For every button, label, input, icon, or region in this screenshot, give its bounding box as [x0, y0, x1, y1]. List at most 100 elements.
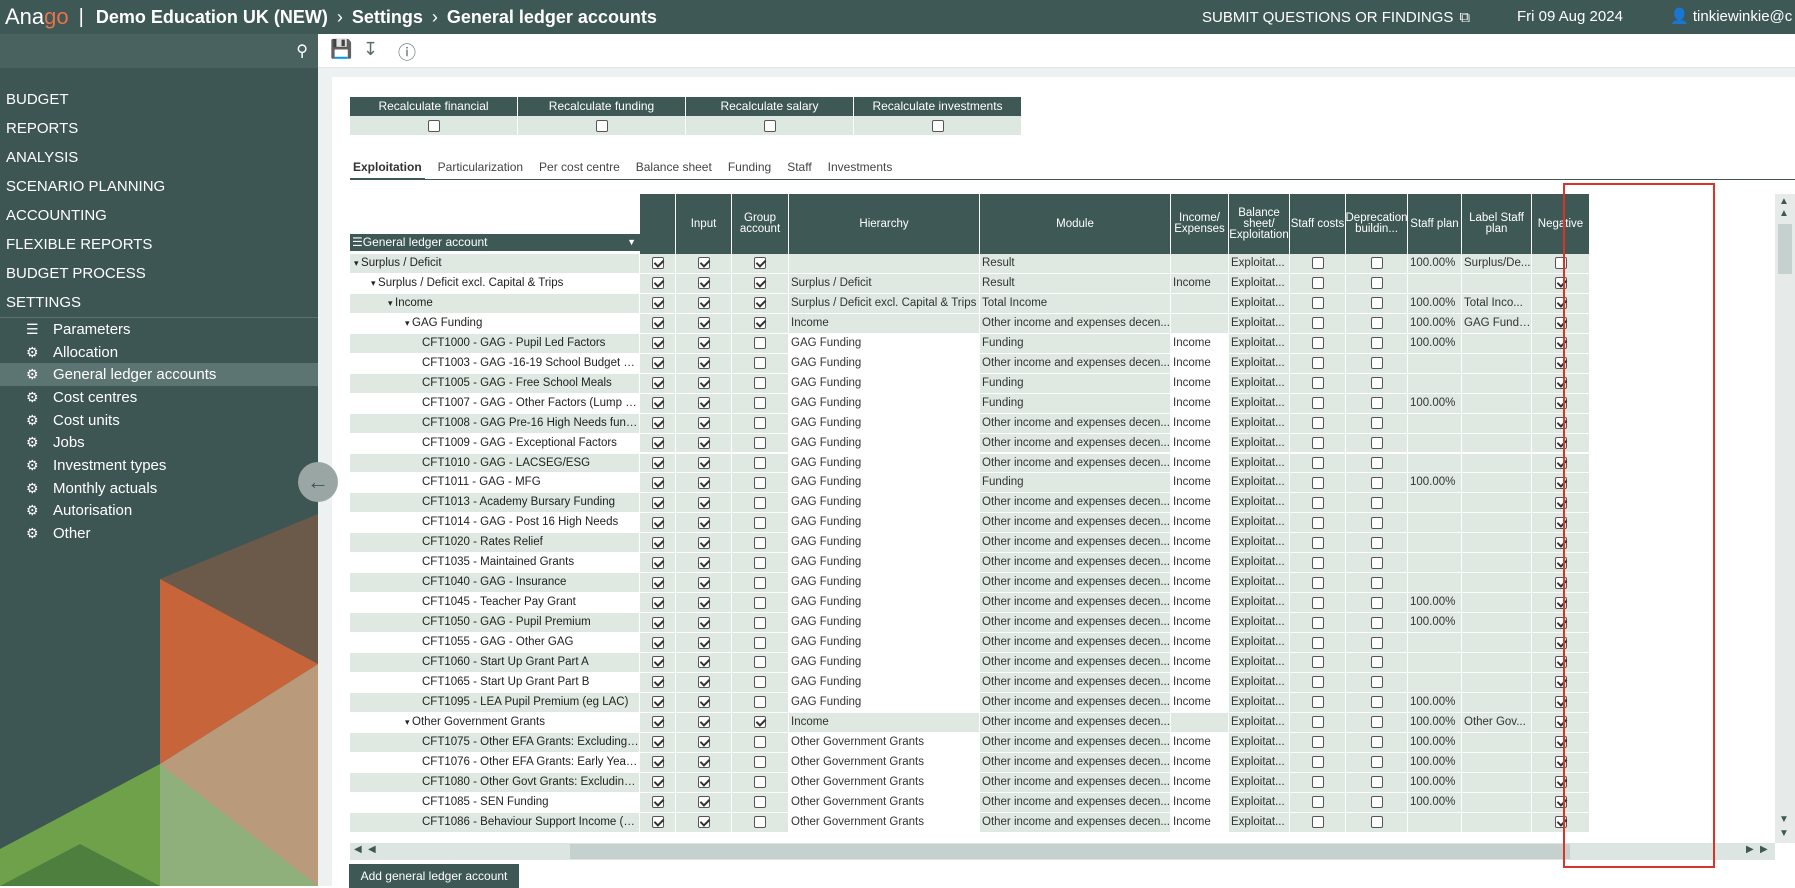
chevron-down-icon[interactable]: ▼: [627, 234, 636, 251]
table-row[interactable]: CFT1007 - GAG - Other Factors (Lump Sum)…: [350, 393, 1775, 414]
recalc-checkbox[interactable]: [931, 119, 944, 132]
scroll-last-icon[interactable]: ▶: [1760, 844, 1768, 855]
recalc-checkbox[interactable]: [595, 119, 608, 132]
checkbox-sc[interactable]: [1311, 736, 1324, 749]
search-icon[interactable]: ⚲: [296, 41, 308, 61]
checkbox-input[interactable]: [697, 556, 710, 569]
checkbox-input[interactable]: [697, 476, 710, 489]
checkbox-sc[interactable]: [1311, 377, 1324, 390]
checkbox-c1[interactable]: [651, 277, 664, 290]
checkbox-dep[interactable]: [1370, 636, 1383, 649]
table-row[interactable]: ▾ GAG Funding Income Other income and expe…: [350, 313, 1775, 334]
checkbox-group[interactable]: [754, 556, 766, 569]
checkbox-c1[interactable]: [651, 417, 664, 430]
checkbox-group[interactable]: [754, 816, 766, 829]
column-header-module[interactable]: Module: [980, 194, 1171, 254]
checkbox-c1[interactable]: [651, 456, 664, 469]
expand-arrow-icon[interactable]: ▾: [405, 717, 412, 727]
table-row[interactable]: CFT1045 - Teacher Pay Grant GAG Funding Ot…: [350, 593, 1775, 614]
checkbox-dep[interactable]: [1370, 776, 1383, 789]
checkbox-dep[interactable]: [1370, 377, 1383, 390]
checkbox-c1[interactable]: [651, 536, 664, 549]
checkbox-dep[interactable]: [1370, 556, 1383, 569]
table-row[interactable]: CFT1020 - Rates Relief GAG Funding Other i…: [350, 533, 1775, 554]
checkbox-sc[interactable]: [1311, 556, 1324, 569]
scroll-right-icon[interactable]: ▶: [1746, 844, 1754, 855]
checkbox-sc[interactable]: [1311, 776, 1324, 789]
checkbox-c1[interactable]: [651, 317, 664, 330]
table-row[interactable]: CFT1008 - GAG Pre-16 High Needs funding G…: [350, 413, 1775, 434]
table-row[interactable]: ▾ Surplus / Deficit excl. Capital & Trip…: [350, 273, 1775, 294]
checkbox-group[interactable]: [754, 397, 766, 410]
scroll-left-icon[interactable]: ◀: [368, 844, 376, 855]
checkbox-input[interactable]: [697, 377, 710, 390]
sidebar-item-allocation[interactable]: ⚙ Allocation: [0, 341, 318, 364]
column-header-hierarchy[interactable]: Hierarchy: [789, 194, 980, 254]
checkbox-c1[interactable]: [651, 556, 664, 569]
checkbox-group[interactable]: [754, 496, 766, 509]
checkbox-c1[interactable]: [651, 736, 664, 749]
checkbox-c1[interactable]: [651, 257, 664, 270]
table-row[interactable]: CFT1060 - Start Up Grant Part A GAG Fundi…: [350, 653, 1775, 673]
checkbox-sc[interactable]: [1311, 337, 1324, 350]
expand-arrow-icon[interactable]: ▾: [371, 278, 378, 288]
column-header-staffplan[interactable]: Staff plan: [1408, 194, 1462, 254]
checkbox-c1[interactable]: [651, 596, 664, 609]
checkbox-c1[interactable]: [651, 656, 664, 669]
checkbox-dep[interactable]: [1370, 437, 1383, 450]
checkbox-input[interactable]: [697, 736, 710, 749]
checkbox-sc[interactable]: [1311, 756, 1324, 769]
checkbox-c1[interactable]: [651, 397, 664, 410]
checkbox-dep[interactable]: [1370, 536, 1383, 549]
checkbox-c1[interactable]: [651, 816, 664, 829]
checkbox-dep[interactable]: [1370, 297, 1383, 310]
checkbox-input[interactable]: [697, 656, 710, 669]
checkbox-sc[interactable]: [1311, 656, 1324, 669]
checkbox-input[interactable]: [697, 716, 710, 729]
table-row[interactable]: CFT1011 - GAG - MFG GAG Funding Funding Inc…: [350, 473, 1775, 494]
table-row[interactable]: CFT1013 - Academy Bursary Funding GAG Fun…: [350, 493, 1775, 514]
checkbox-c1[interactable]: [651, 676, 664, 689]
checkbox-c1[interactable]: [651, 337, 664, 350]
checkbox-dep[interactable]: [1370, 676, 1383, 689]
checkbox-group[interactable]: [754, 456, 766, 469]
checkbox-input[interactable]: [697, 616, 710, 629]
checkbox-input[interactable]: [697, 317, 710, 330]
checkbox-input[interactable]: [697, 816, 710, 829]
checkbox-sc[interactable]: [1311, 277, 1324, 290]
checkbox-input[interactable]: [697, 756, 710, 769]
column-header-incexp[interactable]: Income/ Expenses: [1171, 194, 1229, 254]
table-row[interactable]: CFT1095 - LEA Pupil Premium (eg LAC) GAG …: [350, 692, 1775, 713]
checkbox-input[interactable]: [697, 397, 710, 410]
checkbox-input[interactable]: [697, 516, 710, 529]
menu-item-budget-process[interactable]: BUDGET PROCESS: [0, 259, 318, 288]
menu-item-settings[interactable]: SETTINGS: [0, 288, 318, 317]
table-row[interactable]: CFT1075 - Other EFA Grants: Excluding Ca…: [350, 732, 1775, 753]
checkbox-group[interactable]: [754, 756, 766, 769]
checkbox-sc[interactable]: [1311, 676, 1324, 689]
checkbox-dep[interactable]: [1370, 397, 1383, 410]
save-icon[interactable]: 💾: [330, 39, 352, 60]
checkbox-sc[interactable]: [1311, 596, 1324, 609]
horizontal-scroll-thumb[interactable]: [570, 844, 1570, 859]
menu-item-analysis[interactable]: ANALYSIS: [0, 143, 318, 172]
recalc-checkbox[interactable]: [763, 119, 776, 132]
checkbox-c1[interactable]: [651, 796, 664, 809]
tab-per-cost-centre[interactable]: Per cost centre: [536, 160, 623, 180]
checkbox-dep[interactable]: [1370, 656, 1383, 669]
table-row[interactable]: ▾ Surplus / Deficit Result Exploitat... 100…: [350, 254, 1775, 274]
checkbox-sc[interactable]: [1311, 536, 1324, 549]
vertical-scroll-thumb[interactable]: [1778, 224, 1792, 274]
checkbox-c1[interactable]: [651, 437, 664, 450]
menu-item-flexible-reports[interactable]: FLEXIBLE REPORTS: [0, 230, 318, 259]
checkbox-c1[interactable]: [651, 377, 664, 390]
checkbox-dep[interactable]: [1370, 337, 1383, 350]
checkbox-input[interactable]: [697, 636, 710, 649]
help-icon[interactable]: ⓘ: [398, 39, 416, 65]
checkbox-dep[interactable]: [1370, 816, 1383, 829]
column-header-input[interactable]: Input: [676, 194, 732, 254]
checkbox-group[interactable]: [754, 716, 766, 729]
checkbox-sc[interactable]: [1311, 616, 1324, 629]
checkbox-group[interactable]: [754, 696, 766, 709]
scroll-bottom-icon[interactable]: ▼: [1779, 828, 1789, 839]
